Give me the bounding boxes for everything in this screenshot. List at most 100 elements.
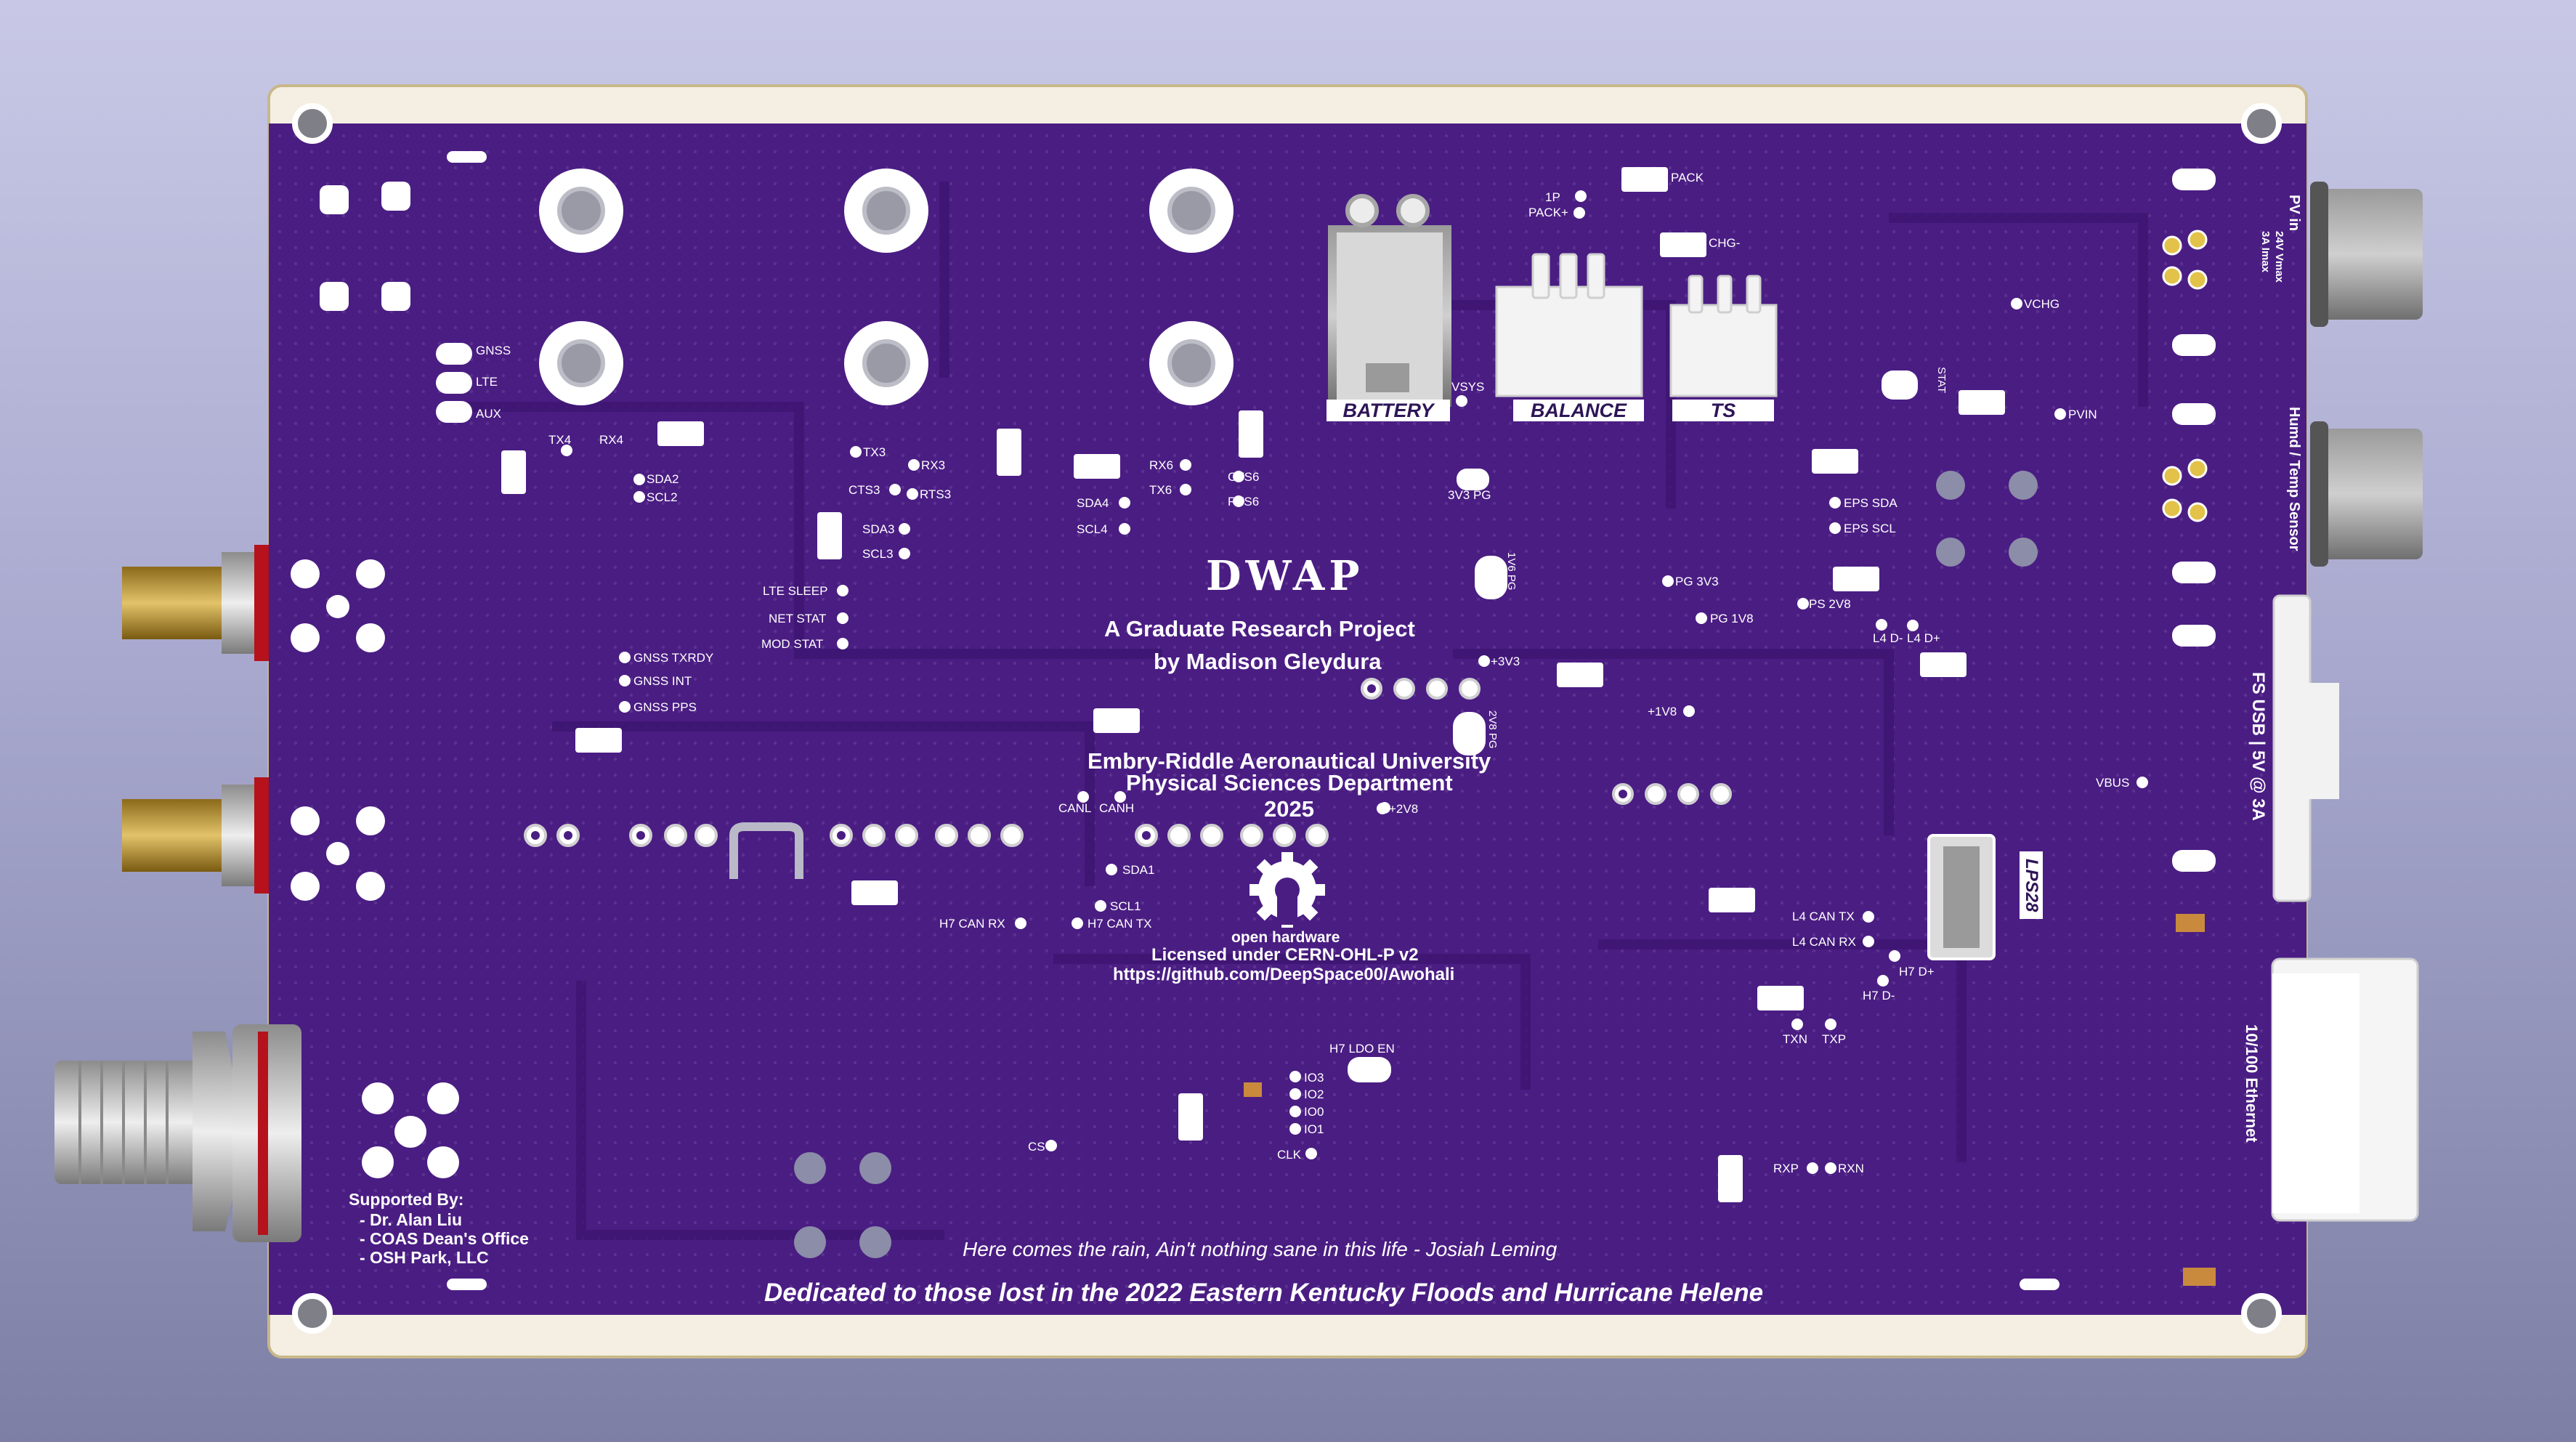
net-label: PACK	[1671, 171, 1704, 185]
net-label: IO0	[1304, 1105, 1324, 1119]
net-label: CANH	[1099, 801, 1135, 815]
battery-connector-icon	[1328, 194, 1451, 407]
supported-by-line: - OSH Park, LLC	[360, 1248, 489, 1267]
open-hardware-label: open hardware	[1231, 929, 1340, 946]
net-label: 1V6 PG	[1505, 552, 1518, 591]
net-label: CHG-	[1709, 236, 1741, 250]
lps28-label: LPS28	[2020, 851, 2043, 920]
net-label: PACK+	[1528, 206, 1568, 219]
net-label: +1V8	[1648, 705, 1677, 718]
title-line2: by Madison Gleydura	[1154, 649, 1382, 674]
net-label: RXN	[1838, 1162, 1864, 1175]
net-label: AUX	[476, 407, 501, 421]
net-label: SDA4	[1077, 496, 1109, 510]
net-label: GNSS	[476, 344, 511, 357]
net-label: PVIN	[2068, 408, 2097, 421]
net-label: TXN	[1783, 1032, 1807, 1046]
net-label: H7 CAN TX	[1087, 917, 1152, 931]
supported-by-line: - COAS Dean's Office	[360, 1229, 529, 1248]
net-label: GNSS INT	[633, 674, 692, 688]
net-label: RX3	[921, 458, 946, 472]
usb-connector-icon	[2272, 594, 2339, 902]
net-label: LTE SLEEP	[763, 584, 828, 598]
net-label: SCL1	[1110, 899, 1141, 913]
net-label: TXP	[1822, 1032, 1847, 1046]
net-label: SDA2	[647, 472, 679, 486]
sma-connector-icon	[122, 545, 269, 894]
net-label: PG 1V8	[1710, 612, 1754, 625]
title-line1: A Graduate Research Project	[1104, 616, 1415, 641]
net-label: L4 D-	[1873, 631, 1903, 645]
battery-label: BATTERY	[1327, 400, 1450, 421]
net-label: SCL4	[1077, 522, 1108, 536]
net-label: L4 CAN TX	[1792, 910, 1855, 923]
institution-line2: Physical Sciences Department	[1126, 770, 1453, 795]
hum-temp-connector-icon	[2310, 421, 2423, 567]
net-label: L4 D+	[1907, 631, 1940, 645]
net-label: CANL	[1058, 801, 1092, 815]
net-label: VSYS	[1451, 380, 1485, 394]
net-label: GNSS TXRDY	[633, 651, 714, 665]
net-label: 2V8 PG	[1486, 710, 1499, 749]
repo-url: https://github.com/DeepSpace00/Awohali	[1113, 965, 1455, 984]
pv-spec-label: 3A Imax	[2259, 231, 2272, 272]
net-label: RXP	[1773, 1162, 1799, 1175]
ethernet-label: 10/100 Ethernet	[2243, 1024, 2261, 1143]
supported-by-heading: Supported By:	[349, 1190, 464, 1209]
net-label: SCL3	[862, 547, 894, 561]
net-label: SCL2	[647, 490, 678, 504]
institution-year: 2025	[1264, 796, 1314, 822]
net-label: CTS6	[1228, 470, 1260, 484]
net-label: H7 D-	[1863, 989, 1895, 1002]
net-label: TX6	[1149, 483, 1172, 497]
balance-label: BALANCE	[1513, 400, 1644, 421]
institution-line1: Embry-Riddle Aeronautical University	[1087, 748, 1491, 774]
net-label: TX3	[863, 445, 886, 459]
lps28-connector-icon	[1927, 834, 1996, 960]
net-label: STAT	[1935, 367, 1948, 394]
pv-in-label: PV in	[2286, 195, 2302, 232]
net-label: 1P	[1545, 190, 1560, 204]
net-label: IO1	[1304, 1122, 1324, 1136]
net-label: IO3	[1304, 1071, 1324, 1085]
net-label: H7 D+	[1899, 965, 1935, 979]
pv-spec-label: 24V Vmax	[2273, 231, 2285, 283]
net-label: EPS SDA	[1844, 496, 1897, 510]
ethernet-connector-icon	[2271, 957, 2419, 1222]
net-label: +3V3	[1491, 655, 1520, 668]
project-logo: DWAP	[1206, 552, 1364, 600]
net-label: RTS6	[1228, 495, 1260, 509]
net-label: L4 CAN RX	[1792, 935, 1856, 949]
net-label: SDA3	[862, 522, 895, 536]
usb-label: FS USB | 5V @ 3A	[2248, 672, 2268, 821]
ts-label: TS	[1672, 400, 1774, 421]
net-label: IO2	[1304, 1087, 1324, 1101]
net-label: GNSS PPS	[633, 700, 697, 714]
net-label: RX4	[599, 433, 624, 447]
net-label: 3V3 PG	[1448, 488, 1491, 502]
hum-temp-label: Humd / Temp Sensor	[2286, 407, 2302, 551]
net-label: EPS SCL	[1844, 522, 1896, 535]
open-hardware-gear-icon	[1249, 852, 1325, 928]
net-label: TX4	[548, 433, 572, 447]
supported-by-line: - Dr. Alan Liu	[360, 1210, 462, 1229]
net-label: PS 2V8	[1809, 597, 1851, 611]
net-label: VBUS	[2096, 776, 2130, 790]
net-label: MOD STAT	[761, 637, 824, 651]
net-label: VCHG	[2024, 297, 2060, 311]
net-label: PG 3V3	[1675, 575, 1719, 588]
license-text: Licensed under CERN-OHL-P v2	[1151, 945, 1419, 965]
quote-text: Here comes the rain, Ain't nothing sane …	[963, 1238, 1558, 1260]
net-label: H7 CAN RX	[939, 917, 1005, 931]
n-type-connector-icon	[54, 1024, 301, 1242]
net-label: SDA1	[1122, 863, 1155, 877]
net-label: CTS3	[848, 483, 880, 497]
net-label: +2V8	[1389, 802, 1419, 816]
net-label: RTS3	[920, 487, 952, 501]
net-label: RX6	[1149, 458, 1174, 472]
net-label: NET STAT	[769, 612, 827, 625]
net-label: LTE	[476, 375, 498, 389]
net-label: CS	[1028, 1140, 1045, 1154]
dedication-text: Dedicated to those lost in the 2022 East…	[764, 1279, 1764, 1307]
pv-in-connector-icon	[2310, 182, 2423, 327]
